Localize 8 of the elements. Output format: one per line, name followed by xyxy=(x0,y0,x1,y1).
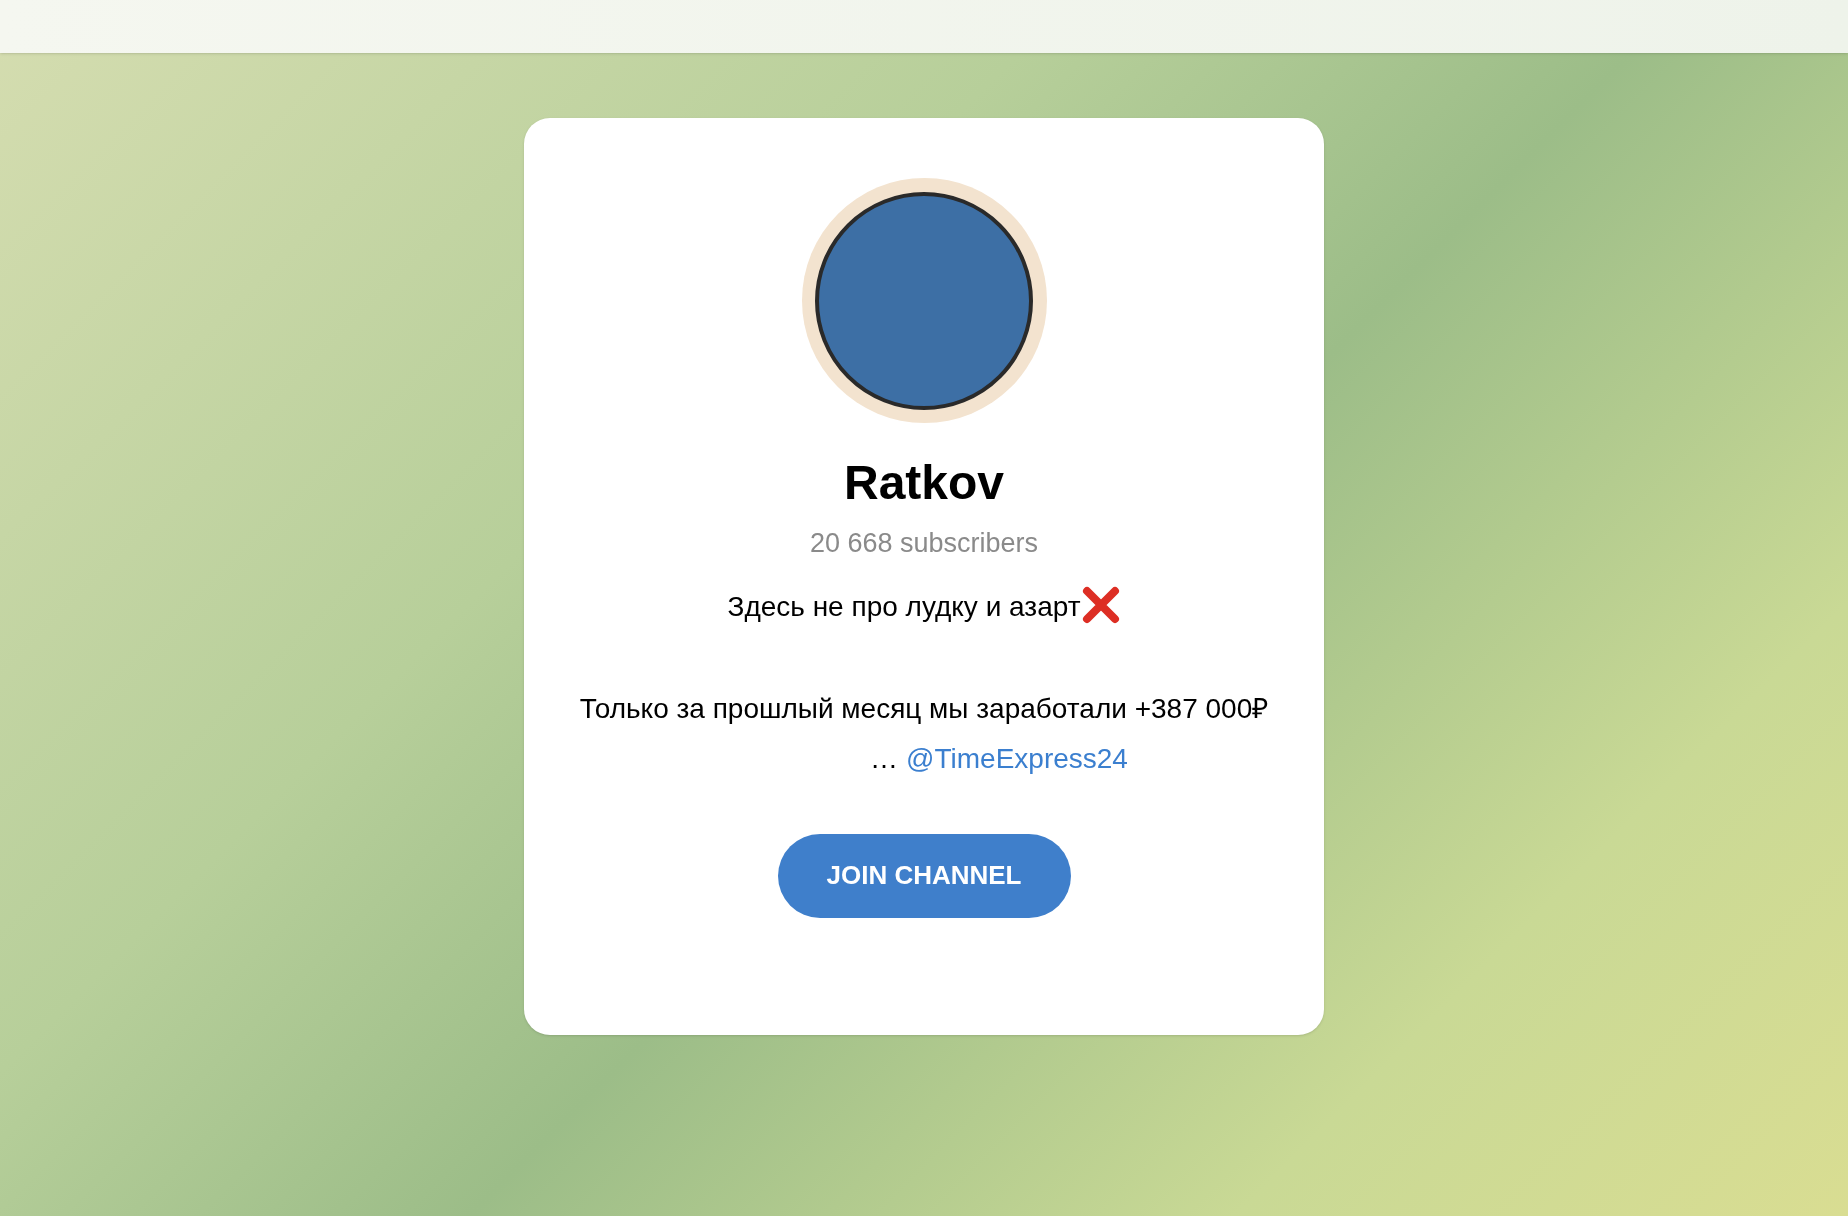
description-text: Только за прошлый месяц мы заработали +387 000₽ xyxy=(578,691,1270,726)
ellipsis-text: … xyxy=(870,741,899,776)
join-channel-button[interactable]: JOIN CHANNEL xyxy=(777,833,1071,918)
description-text: Здесь не про лудку и азарт xyxy=(727,589,1081,624)
channel-link[interactable]: @TimeExpress24 xyxy=(906,733,1128,784)
channel-title: Ratkov xyxy=(843,455,1005,511)
cross-mark-icon xyxy=(1080,584,1121,625)
subscriber-count: 20 668 subscribers xyxy=(809,527,1039,560)
